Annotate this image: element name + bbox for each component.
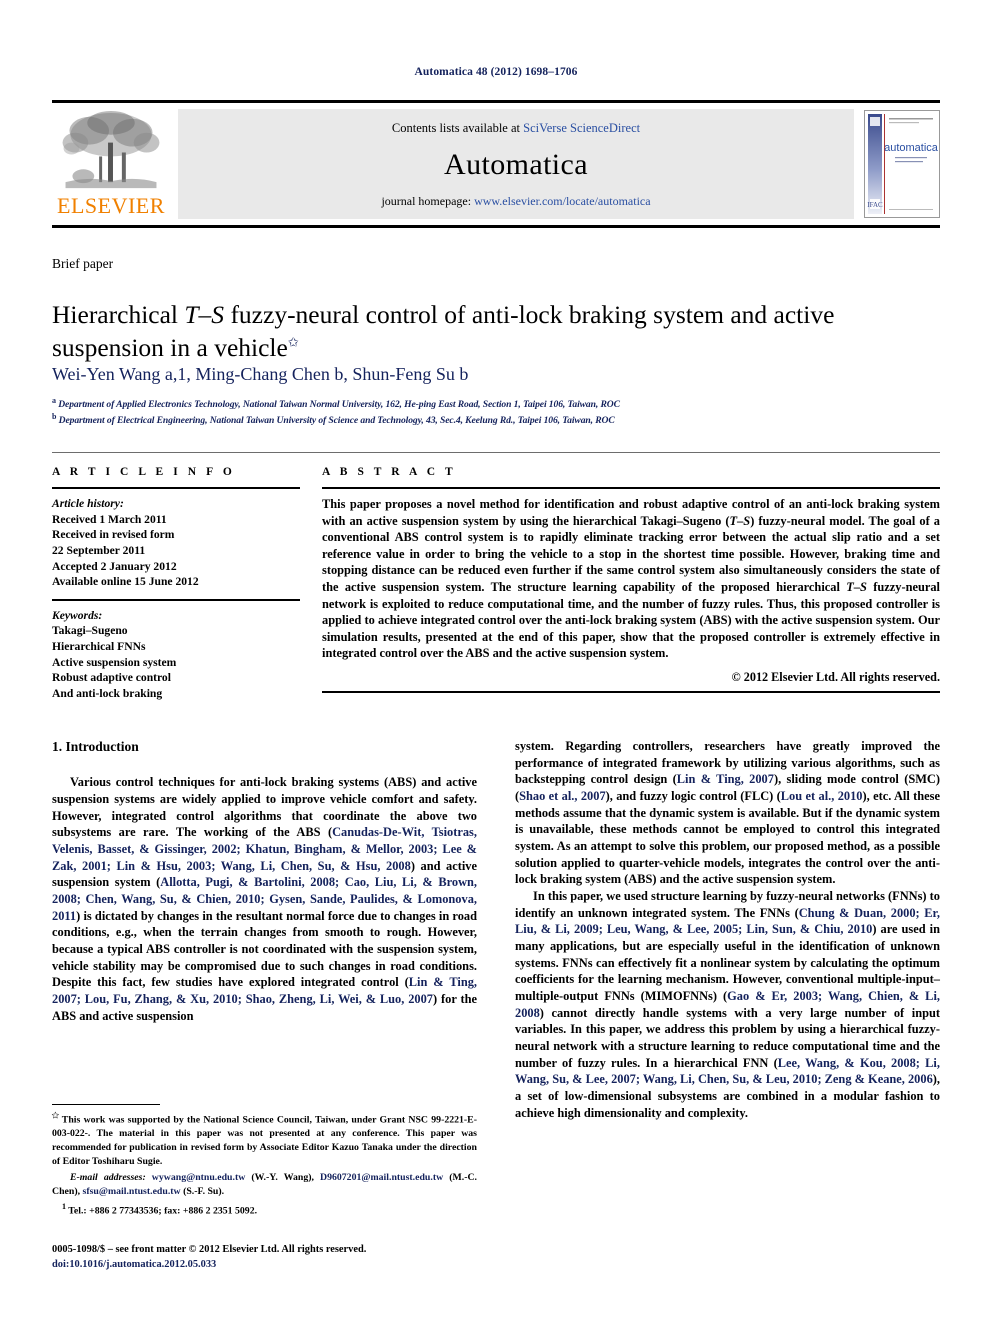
- para-seg: ), and fuzzy logic control (FLC) (: [605, 789, 781, 804]
- affiliation-b-text: Department of Electrical Engineering, Na…: [58, 415, 615, 427]
- cover-artwork: automatica IFAC: [865, 111, 939, 217]
- citation[interactable]: Lin & Ting, 2007: [677, 772, 774, 786]
- body-column-left: 1. Introduction Various control techniqu…: [52, 738, 477, 1024]
- email-link-3[interactable]: sfsu@mail.ntust.edu.tw: [83, 1186, 181, 1197]
- footnote-tel-text: Tel.: +886 2 77343536; fax: +886 2 2351 …: [68, 1204, 258, 1216]
- journal-title: Automatica: [444, 148, 588, 181]
- journal-homepage-line: journal homepage: www.elsevier.com/locat…: [381, 194, 650, 209]
- svg-text:IFAC: IFAC: [867, 201, 883, 209]
- keyword-item: Active suspension system: [52, 655, 177, 669]
- history-item: Received in revised form: [52, 528, 175, 542]
- article-history-block: Article history: Received 1 March 2011 R…: [52, 496, 300, 590]
- title-part-1: Hierarchical: [52, 300, 185, 330]
- abstract-ts-2: T–S: [846, 580, 867, 595]
- title-footnote-marker: ✩: [287, 334, 299, 350]
- keyword-item: And anti-lock braking: [52, 687, 163, 701]
- elsevier-tree-icon: [62, 110, 160, 189]
- abstract-column: A B S T R A C T This paper proposes a no…: [322, 466, 940, 694]
- contents-prefix: Contents lists available at: [391, 121, 524, 135]
- journal-band: Contents lists available at SciVerse Sci…: [178, 109, 854, 219]
- body-column-right: system. Regarding controllers, researche…: [515, 738, 940, 1121]
- abstract-copyright: © 2012 Elsevier Ltd. All rights reserved…: [731, 670, 940, 685]
- masthead-bottom-rule: [52, 225, 940, 228]
- title-ts: T–S: [184, 300, 225, 330]
- journal-cover-thumbnail: automatica IFAC: [864, 110, 940, 218]
- footnote-tel-marker: 1: [62, 1201, 66, 1211]
- article-type-label: Brief paper: [52, 256, 114, 271]
- keyword-item: Robust adaptive control: [52, 671, 171, 685]
- keywords-rule: [52, 598, 300, 601]
- article-history-label: Article history:: [52, 497, 124, 510]
- affiliation-a: a Department of Applied Electronics Tech…: [52, 396, 952, 410]
- abstract-heading: A B S T R A C T: [322, 466, 457, 478]
- email-label: E-mail addresses:: [70, 1171, 146, 1183]
- para-seg: ), etc. All these methods assume that th…: [515, 789, 941, 887]
- article-info-column: A R T I C L E I N F O Article history: R…: [52, 466, 300, 702]
- footnote-tel: 1 Tel.: +886 2 77343536; fax: +886 2 235…: [52, 1201, 477, 1218]
- email-link-2[interactable]: D9607201@mail.ntust.edu.tw: [320, 1172, 443, 1183]
- paragraph: In this paper, we used structure learnin…: [515, 888, 940, 1121]
- history-item: Available online 15 June 2012: [52, 575, 199, 589]
- keyword-item: Takagi–Sugeno: [52, 624, 128, 638]
- doi-link[interactable]: doi:10.1016/j.automatica.2012.05.033: [52, 1258, 482, 1273]
- section-heading-introduction: 1. Introduction: [52, 739, 139, 754]
- authors-text: Wei-Yen Wang a,1, Ming-Chang Chen b, Shu…: [52, 364, 469, 384]
- article-info-heading: A R T I C L E I N F O: [52, 466, 236, 478]
- elsevier-wordmark: ELSEVIER: [57, 193, 165, 218]
- homepage-prefix: journal homepage:: [381, 194, 475, 208]
- issn-line: 0005-1098/$ – see front matter © 2012 El…: [52, 1244, 367, 1255]
- footnotes-block: ✩ This work was supported by the Nationa…: [52, 1110, 477, 1218]
- email-name-1: (W.-Y. Wang),: [251, 1171, 314, 1183]
- article-info-rule: [52, 487, 300, 489]
- footnote-star-marker: ✩: [52, 1111, 59, 1120]
- affiliation-a-text: Department of Applied Electronics Techno…: [58, 399, 620, 411]
- elsevier-logo: ELSEVIER: [52, 109, 170, 219]
- paragraph: Various control techniques for anti-lock…: [52, 774, 477, 1024]
- affiliation-a-marker: a: [52, 396, 56, 405]
- paragraph: system. Regarding controllers, researche…: [515, 738, 940, 888]
- history-item: 22 September 2011: [52, 543, 146, 557]
- history-item: Received 1 March 2011: [52, 512, 167, 526]
- email-link-1[interactable]: wywang@ntnu.edu.tw: [152, 1172, 246, 1183]
- paper-page: Automatica 48 (2012) 1698–1706 ELSEVIER …: [0, 0, 992, 1323]
- citation[interactable]: Lou et al., 2010: [781, 789, 863, 803]
- footnote-separator-rule: [52, 1104, 160, 1105]
- history-item: Accepted 2 January 2012: [52, 559, 177, 573]
- journal-masthead: ELSEVIER Contents lists available at Sci…: [52, 100, 940, 228]
- email-name-3: (S.-F. Su).: [183, 1185, 225, 1197]
- info-block-top-rule: [52, 452, 940, 453]
- keyword-item: Hierarchical FNNs: [52, 640, 146, 654]
- abstract-rule: [322, 487, 940, 489]
- affiliation-b-marker: b: [52, 412, 57, 421]
- page-title: Hierarchical T–S fuzzy-neural control of…: [52, 299, 932, 364]
- contents-lists-line: Contents lists available at SciVerse Sci…: [392, 121, 640, 136]
- citation[interactable]: Shao et al., 2007: [519, 789, 606, 803]
- journal-homepage-link[interactable]: www.elsevier.com/locate/automatica: [474, 194, 650, 208]
- affiliation-b: b Department of Electrical Engineering, …: [52, 412, 952, 426]
- footnote-star-text: This work was supported by the National …: [52, 1114, 477, 1167]
- running-head: Automatica 48 (2012) 1698–1706: [414, 66, 578, 78]
- footnote-star: ✩ This work was supported by the Nationa…: [52, 1110, 477, 1169]
- colophon: 0005-1098/$ – see front matter © 2012 El…: [52, 1243, 482, 1272]
- keywords-block: Keywords: Takagi–Sugeno Hierarchical FNN…: [52, 608, 300, 702]
- footnote-emails: E-mail addresses: wywang@ntnu.edu.tw (W.…: [52, 1171, 477, 1199]
- abstract-ts-1: T–S: [729, 513, 751, 528]
- svg-text:automatica: automatica: [884, 142, 939, 154]
- abstract-text: This paper proposes a novel method for i…: [322, 496, 940, 662]
- sciencedirect-link[interactable]: SciVerse ScienceDirect: [523, 121, 640, 135]
- author-list: Wei-Yen Wang a,1, Ming-Chang Chen b, Shu…: [52, 364, 468, 385]
- abstract-bottom-rule: [322, 691, 940, 694]
- keywords-label: Keywords:: [52, 608, 103, 622]
